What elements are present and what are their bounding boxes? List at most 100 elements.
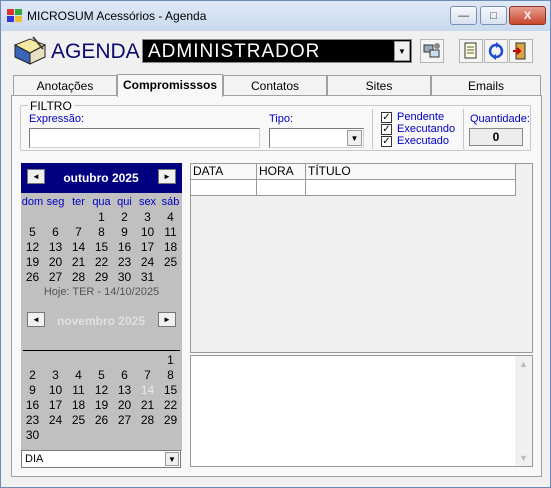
- tab-anotacoes[interactable]: Anotações: [13, 75, 117, 96]
- chevron-down-icon[interactable]: ▼: [347, 130, 362, 146]
- table-cell[interactable]: [257, 180, 306, 196]
- document-icon: [464, 42, 477, 59]
- next-month-button[interactable]: ►: [158, 312, 176, 327]
- calendar-day[interactable]: 13: [44, 240, 67, 254]
- calendar-day[interactable]: 11: [67, 383, 90, 397]
- calendar-day[interactable]: 6: [113, 368, 136, 382]
- calendar-day[interactable]: 22: [90, 255, 113, 269]
- calendar-day[interactable]: 25: [67, 413, 90, 427]
- calendar-day[interactable]: 3: [136, 210, 159, 224]
- minimize-button[interactable]: —: [450, 6, 477, 25]
- tab-emails[interactable]: Emails: [431, 75, 541, 96]
- executando-checkbox[interactable]: ✓: [381, 124, 392, 135]
- calendar-day[interactable]: 4: [159, 210, 182, 224]
- chevron-down-icon[interactable]: ▼: [394, 41, 410, 61]
- tab-compromissos[interactable]: Compromisssos: [117, 74, 223, 97]
- calendar-day[interactable]: 14: [67, 240, 90, 254]
- calendar-day[interactable]: 28: [136, 413, 159, 427]
- calendar-day[interactable]: 26: [90, 413, 113, 427]
- calendar-day[interactable]: 25: [159, 255, 182, 269]
- calendar-day[interactable]: 7: [67, 225, 90, 239]
- next-month-button[interactable]: ►: [158, 169, 176, 184]
- calendar-day[interactable]: 13: [113, 383, 136, 397]
- calendar-day[interactable]: 8: [90, 225, 113, 239]
- quantity-value: 0: [469, 128, 523, 146]
- appointments-table[interactable]: DATA HORA TÍTULO: [190, 163, 533, 353]
- column-header-titulo[interactable]: TÍTULO: [306, 164, 516, 180]
- calendar-day[interactable]: 1: [90, 210, 113, 224]
- calendar-day[interactable]: 24: [44, 413, 67, 427]
- scroll-down-icon[interactable]: ▼: [519, 453, 528, 463]
- calendar-day[interactable]: 19: [21, 255, 44, 269]
- calendar-day[interactable]: 29: [159, 413, 182, 427]
- tab-contatos[interactable]: Contatos: [223, 75, 327, 96]
- calendar-day[interactable]: 21: [67, 255, 90, 269]
- calendar-day[interactable]: 16: [113, 240, 136, 254]
- type-select[interactable]: ▼: [269, 128, 364, 148]
- notes-button[interactable]: [459, 39, 483, 63]
- calendar-day[interactable]: 20: [113, 398, 136, 412]
- calendar-day[interactable]: 23: [21, 413, 44, 427]
- calendar-day[interactable]: 30: [113, 270, 136, 284]
- calendar-day[interactable]: 12: [90, 383, 113, 397]
- calendar-day[interactable]: 8: [159, 368, 182, 382]
- calendar-day[interactable]: 27: [44, 270, 67, 284]
- calendar-day[interactable]: 17: [44, 398, 67, 412]
- calendar-day[interactable]: 22: [159, 398, 182, 412]
- calendar-day[interactable]: 6: [44, 225, 67, 239]
- user-select[interactable]: ADMINISTRADOR ▼: [142, 39, 412, 63]
- calendar-day[interactable]: 19: [90, 398, 113, 412]
- calendar-day[interactable]: 29: [90, 270, 113, 284]
- calendar-day[interactable]: 15: [159, 383, 182, 397]
- column-header-hora[interactable]: HORA: [257, 164, 306, 180]
- calendar-day[interactable]: 12: [21, 240, 44, 254]
- pendente-checkbox[interactable]: ✓: [381, 112, 392, 123]
- calendar-day[interactable]: 5: [90, 368, 113, 382]
- calendar-day[interactable]: 10: [136, 225, 159, 239]
- weekday-label: qua: [92, 196, 111, 208]
- calendar-day[interactable]: 17: [136, 240, 159, 254]
- calendar-day[interactable]: 3: [44, 368, 67, 382]
- calendar-day[interactable]: 23: [113, 255, 136, 269]
- close-button[interactable]: X: [509, 6, 546, 25]
- chevron-down-icon[interactable]: ▼: [165, 452, 179, 466]
- calendar-day[interactable]: 18: [67, 398, 90, 412]
- table-cell[interactable]: [191, 180, 257, 196]
- expression-input[interactable]: [29, 128, 260, 148]
- calendar-day[interactable]: 20: [44, 255, 67, 269]
- calendar-day[interactable]: 9: [21, 383, 44, 397]
- calendar-day[interactable]: 5: [21, 225, 44, 239]
- calendar-day[interactable]: 16: [21, 398, 44, 412]
- calendar-day[interactable]: 24: [136, 255, 159, 269]
- calendar-day[interactable]: 30: [21, 428, 44, 442]
- calendar-day[interactable]: 2: [21, 368, 44, 382]
- refresh-button[interactable]: [484, 39, 508, 63]
- column-header-data[interactable]: DATA: [191, 164, 257, 180]
- maximize-button[interactable]: □: [480, 6, 507, 25]
- calendar-day[interactable]: 10: [44, 383, 67, 397]
- calendar-day[interactable]: 26: [21, 270, 44, 284]
- calendar-day[interactable]: 9: [113, 225, 136, 239]
- details-memo[interactable]: ▲ ▼: [190, 355, 533, 467]
- exit-button[interactable]: [509, 39, 533, 63]
- view-mode-select[interactable]: DIA ▼: [21, 450, 181, 468]
- calendar-day[interactable]: 18: [159, 240, 182, 254]
- table-cell[interactable]: [306, 180, 516, 196]
- scroll-up-icon[interactable]: ▲: [519, 359, 528, 369]
- executado-checkbox[interactable]: ✓: [381, 136, 392, 147]
- tab-sites[interactable]: Sites: [327, 75, 431, 96]
- calendar-day[interactable]: 7: [136, 368, 159, 382]
- calendar-day[interactable]: 27: [113, 413, 136, 427]
- calendar-day[interactable]: 1: [159, 353, 182, 367]
- calendar-day[interactable]: 31: [136, 270, 159, 284]
- settings-button[interactable]: [420, 39, 444, 63]
- calendar-day[interactable]: 14: [136, 383, 159, 397]
- calendar-day[interactable]: 15: [90, 240, 113, 254]
- calendar-day[interactable]: 28: [67, 270, 90, 284]
- calendar-day[interactable]: 21: [136, 398, 159, 412]
- calendar-day[interactable]: 4: [67, 368, 90, 382]
- calendar-day[interactable]: 11: [159, 225, 182, 239]
- title-bar[interactable]: MICROSUM Acessórios - Agenda — □ X: [1, 1, 550, 31]
- memo-scrollbar[interactable]: ▲ ▼: [515, 356, 532, 466]
- calendar-day[interactable]: 2: [113, 210, 136, 224]
